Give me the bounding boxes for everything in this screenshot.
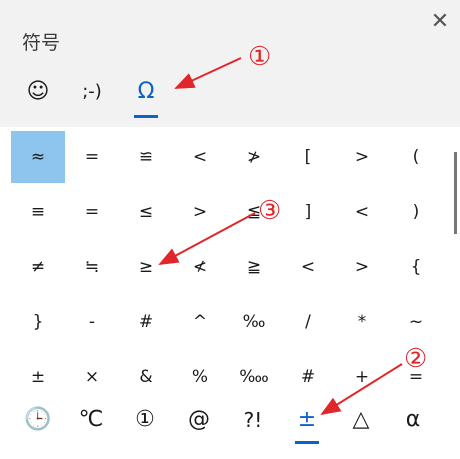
annotation-1: ① bbox=[248, 42, 272, 72]
annotation-arrow-2 bbox=[320, 363, 403, 416]
annotation-3: ③ bbox=[258, 196, 282, 226]
annotation-arrow-3 bbox=[158, 212, 256, 265]
annotation-arrow-1 bbox=[174, 57, 242, 89]
annotation-2: ② bbox=[404, 344, 428, 374]
annotation-arrows bbox=[158, 57, 403, 416]
